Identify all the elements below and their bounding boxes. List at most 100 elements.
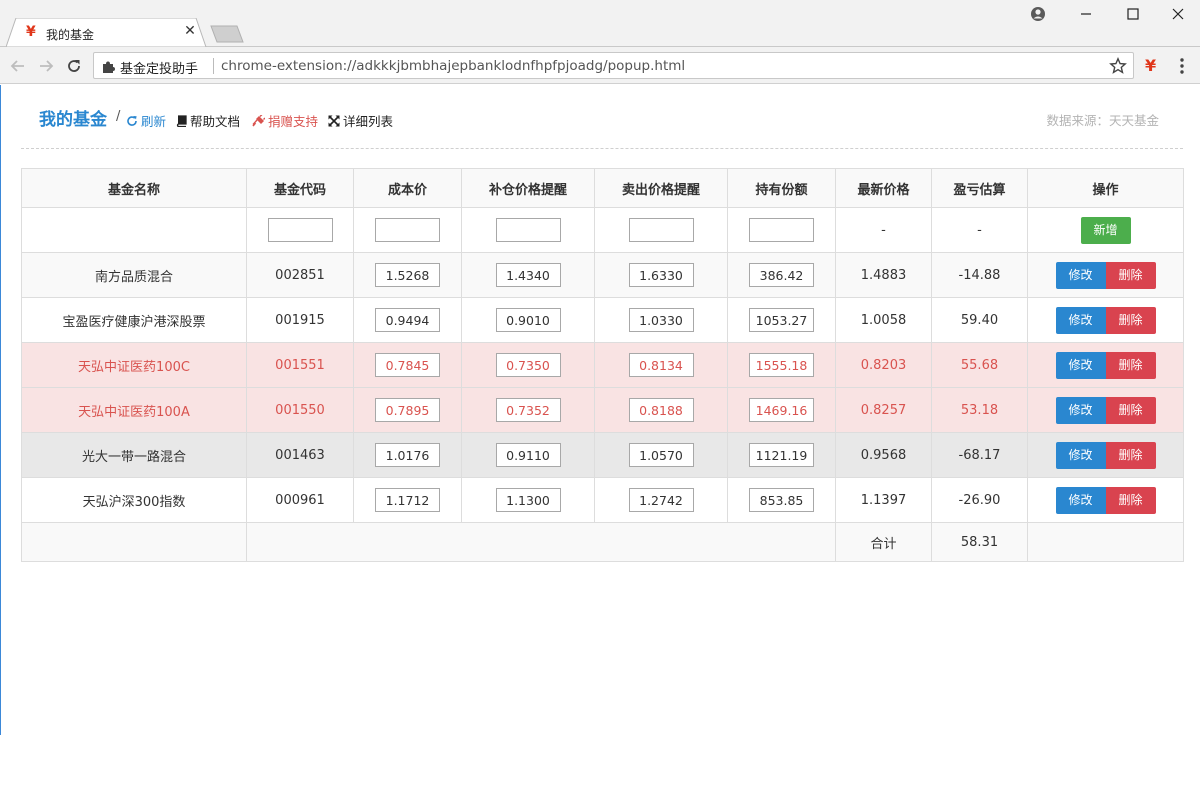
row-actions: 修改 删除 bbox=[1055, 351, 1156, 379]
cost-input[interactable] bbox=[375, 398, 440, 422]
new-code-input[interactable] bbox=[267, 218, 333, 242]
fund-code: 001550 bbox=[246, 387, 354, 433]
cost-input[interactable] bbox=[375, 443, 440, 467]
cost-input[interactable] bbox=[375, 263, 440, 287]
fund-code: 001551 bbox=[246, 342, 354, 388]
tab-title: 我的基金 bbox=[46, 28, 95, 42]
fund-name: 光大一带一路混合 bbox=[21, 432, 247, 478]
cost-input[interactable] bbox=[375, 488, 440, 512]
address-bar[interactable]: 基金定投助手 chrome-extension://adkkkjbmbhajep… bbox=[93, 52, 1134, 79]
pnl-estimate: 59.40 bbox=[931, 297, 1028, 343]
new-pnl: - bbox=[931, 207, 1028, 253]
reload-icon[interactable] bbox=[64, 56, 84, 76]
sell-alert-input[interactable] bbox=[628, 263, 694, 287]
sell-alert-input[interactable] bbox=[628, 488, 694, 512]
column-header: 基金代码 bbox=[246, 168, 354, 208]
extension-yen-icon[interactable]: ¥ bbox=[1145, 56, 1156, 75]
cost-input[interactable] bbox=[375, 353, 440, 377]
column-header: 补仓价格提醒 bbox=[461, 168, 595, 208]
forward-arrow-icon[interactable] bbox=[36, 56, 56, 76]
table-row: 天弘沪深300指数 000961 1.1397 -26.90 修改删除 bbox=[21, 477, 1184, 523]
new-sell-alert-input[interactable] bbox=[628, 218, 694, 242]
column-header: 操作 bbox=[1027, 168, 1184, 208]
donate-link[interactable]: 捐赠支持 bbox=[252, 111, 318, 130]
help-label: 帮助文档 bbox=[190, 114, 241, 129]
account-icon[interactable] bbox=[1027, 3, 1049, 25]
column-header: 盈亏估算 bbox=[931, 168, 1028, 208]
new-tab-button[interactable] bbox=[210, 25, 244, 47]
sell-alert-input[interactable] bbox=[628, 398, 694, 422]
buy-alert-input[interactable] bbox=[495, 353, 561, 377]
omnibox-divider bbox=[213, 58, 214, 74]
tab-favicon-icon: ¥ bbox=[26, 24, 36, 40]
table-row: 宝盈医疗健康沪港深股票 001915 1.0058 59.40 修改删除 bbox=[21, 297, 1184, 343]
shares-input[interactable] bbox=[749, 308, 814, 332]
pnl-estimate: -26.90 bbox=[931, 477, 1028, 523]
column-header: 最新价格 bbox=[835, 168, 932, 208]
new-shares-input[interactable] bbox=[749, 218, 814, 242]
url-text[interactable]: chrome-extension://adkkkjbmbhajepbanklod… bbox=[221, 58, 685, 74]
fund-code: 000961 bbox=[246, 477, 354, 523]
edit-button[interactable]: 修改 bbox=[1055, 351, 1106, 379]
delete-button[interactable]: 删除 bbox=[1105, 261, 1156, 289]
shares-input[interactable] bbox=[749, 488, 814, 512]
star-icon[interactable] bbox=[1109, 57, 1127, 79]
delete-button[interactable]: 删除 bbox=[1105, 306, 1156, 334]
edit-button[interactable]: 修改 bbox=[1055, 306, 1106, 334]
browser-tab-active[interactable]: ¥ 我的基金 ✕ bbox=[6, 18, 208, 47]
donate-label: 捐赠支持 bbox=[268, 114, 319, 129]
edit-button[interactable]: 修改 bbox=[1055, 396, 1106, 424]
close-icon[interactable] bbox=[1167, 3, 1189, 25]
row-actions: 修改 删除 bbox=[1055, 486, 1156, 514]
puzzle-icon bbox=[101, 59, 115, 78]
edit-button[interactable]: 修改 bbox=[1055, 486, 1106, 514]
latest-price: 1.0058 bbox=[835, 297, 932, 343]
delete-button[interactable]: 删除 bbox=[1105, 396, 1156, 424]
book-icon bbox=[176, 115, 187, 130]
sell-alert-input[interactable] bbox=[628, 353, 694, 377]
minimize-icon[interactable] bbox=[1075, 3, 1097, 25]
browser-titlebar: ¥ 我的基金 ✕ bbox=[0, 0, 1200, 47]
row-actions: 修改 删除 bbox=[1055, 261, 1156, 289]
buy-alert-input[interactable] bbox=[495, 443, 561, 467]
shares-input[interactable] bbox=[749, 398, 814, 422]
shares-input[interactable] bbox=[749, 353, 814, 377]
buy-alert-input[interactable] bbox=[495, 488, 561, 512]
menu-dots-icon[interactable] bbox=[1178, 57, 1186, 79]
row-actions: 修改 删除 bbox=[1055, 396, 1156, 424]
page-title: 我的基金 bbox=[39, 110, 107, 130]
back-arrow-icon[interactable] bbox=[8, 56, 28, 76]
row-actions: 修改 删除 bbox=[1055, 441, 1156, 469]
buy-alert-input[interactable] bbox=[495, 308, 561, 332]
help-link[interactable]: 帮助文档 bbox=[176, 111, 240, 130]
shares-input[interactable] bbox=[749, 263, 814, 287]
table-row-alert: 天弘中证医药100A 001550 0.8257 53.18 修改删除 bbox=[21, 387, 1184, 433]
new-fund-row: - - 新增 bbox=[21, 207, 1184, 253]
fund-table: 基金名称 基金代码 成本价 补仓价格提醒 卖出价格提醒 持有份额 最新价格 盈亏… bbox=[21, 168, 1184, 562]
footer-actions-cell bbox=[1027, 522, 1184, 562]
edit-button[interactable]: 修改 bbox=[1055, 441, 1106, 469]
tab-close-icon[interactable]: ✕ bbox=[182, 23, 198, 39]
maximize-icon[interactable] bbox=[1122, 3, 1144, 25]
shares-input[interactable] bbox=[749, 443, 814, 467]
sell-alert-input[interactable] bbox=[628, 308, 694, 332]
delete-button[interactable]: 删除 bbox=[1105, 351, 1156, 379]
buy-alert-input[interactable] bbox=[495, 263, 561, 287]
delete-button[interactable]: 删除 bbox=[1105, 486, 1156, 514]
fund-name: 天弘中证医药100A bbox=[21, 387, 247, 433]
delete-button[interactable]: 删除 bbox=[1105, 441, 1156, 469]
cost-input[interactable] bbox=[375, 308, 440, 332]
refresh-link[interactable]: 刷新 bbox=[126, 111, 166, 130]
page-header: 我的基金 / 刷新 帮助文档 捐赠支持 详细列表 数据来源：天天基金 bbox=[21, 103, 1183, 133]
new-buy-alert-input[interactable] bbox=[495, 218, 561, 242]
detail-list-link[interactable]: 详细列表 bbox=[328, 111, 393, 130]
header-divider bbox=[21, 148, 1183, 149]
add-fund-button[interactable]: 新增 bbox=[1080, 216, 1131, 244]
new-cost-input[interactable] bbox=[375, 218, 440, 242]
pnl-estimate: -68.17 bbox=[931, 432, 1028, 478]
edit-button[interactable]: 修改 bbox=[1055, 261, 1106, 289]
sell-alert-input[interactable] bbox=[628, 443, 694, 467]
buy-alert-input[interactable] bbox=[495, 398, 561, 422]
fund-name: 天弘沪深300指数 bbox=[21, 477, 247, 523]
new-fund-name-cell bbox=[21, 207, 247, 253]
